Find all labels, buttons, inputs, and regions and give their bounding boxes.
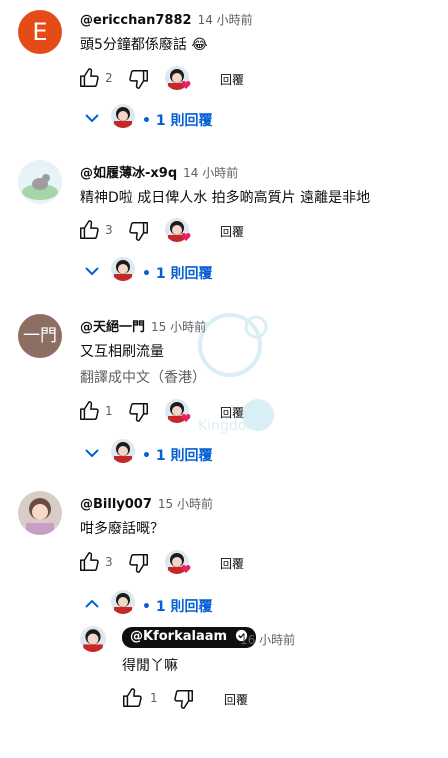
reply-thread: @Kforkalaam 16 小時前 得閒丫嘛 1 回覆 (0, 620, 448, 720)
dislike-icon[interactable] (128, 220, 150, 242)
dislike-icon[interactable] (128, 68, 150, 90)
like-count: 3 (105, 555, 113, 569)
comment-text: 又互相刷流量 (80, 344, 164, 360)
comment-author[interactable]: @如履薄冰-x9q (80, 166, 177, 181)
replies-toggle[interactable]: • 1 則回覆 (142, 263, 212, 283)
comment-author[interactable]: @Billy007 (80, 497, 152, 512)
comment-time[interactable]: 15 小時前 (158, 497, 213, 511)
reply-button[interactable]: 回覆 (220, 404, 244, 421)
comment-thread: @如履薄冰-x9q 14 小時前 精神D啦 成日俾人水 拍多啲高質片 遠離是非地 … (0, 150, 448, 290)
comment-text: 咁多廢話嘅？ (80, 521, 164, 537)
heart-icon (181, 414, 191, 422)
comment-text: 頭5分鐘都係廢話 😂 (80, 37, 208, 53)
avatar[interactable] (18, 491, 62, 535)
replies-count: 1 則回覆 (155, 599, 213, 615)
replies-toggle[interactable]: • 1 則回覆 (142, 445, 212, 465)
reply-avatar (111, 590, 135, 614)
avatar[interactable] (18, 160, 62, 204)
like-icon[interactable] (78, 219, 100, 241)
replies-count: 1 則回覆 (155, 113, 213, 129)
like-icon[interactable] (121, 687, 143, 709)
like-count: 2 (105, 71, 113, 85)
chevron-down-icon[interactable] (84, 445, 100, 461)
translate-link[interactable]: 翻譯成中文（香港） (80, 367, 206, 387)
like-icon[interactable] (78, 400, 100, 422)
dislike-icon[interactable] (128, 401, 150, 423)
reply-avatar (111, 257, 135, 281)
replies-count: 1 則回覆 (155, 448, 213, 464)
reply-button[interactable]: 回覆 (220, 555, 244, 572)
dislike-icon[interactable] (173, 688, 195, 710)
comment-time[interactable]: 15 小時前 (151, 320, 206, 334)
heart-icon (181, 233, 191, 241)
chevron-down-icon[interactable] (84, 110, 100, 126)
like-icon[interactable] (78, 551, 100, 573)
reply-avatar (111, 439, 135, 463)
like-count: 3 (105, 223, 113, 237)
heart-icon (181, 81, 191, 89)
like-count: 1 (105, 404, 113, 418)
chevron-down-icon[interactable] (84, 263, 100, 279)
like-count: 1 (150, 691, 158, 705)
reply-button[interactable]: 回覆 (220, 71, 244, 88)
replies-toggle[interactable]: • 1 則回覆 (142, 596, 212, 616)
comment-time[interactable]: 14 小時前 (198, 13, 253, 27)
comment-time[interactable]: 14 小時前 (183, 166, 238, 180)
chevron-up-icon[interactable] (84, 596, 100, 612)
replies-toggle[interactable]: • 1 則回覆 (142, 110, 212, 130)
avatar[interactable]: E (18, 10, 62, 54)
reply-time[interactable]: 16 小時前 (240, 631, 295, 648)
reply-button[interactable]: 回覆 (220, 223, 244, 240)
comment-author[interactable]: @ericchan7882 (80, 13, 192, 28)
dislike-icon[interactable] (128, 552, 150, 574)
comment-thread: E @ericchan7882 14 小時前 頭5分鐘都係廢話 😂 2 回覆 • … (0, 0, 448, 140)
reply-author: @Kforkalaam (130, 629, 228, 644)
comment-text: 精神D啦 成日俾人水 拍多啲高質片 遠離是非地 (80, 190, 371, 206)
heart-icon (181, 565, 191, 573)
avatar[interactable]: 一門 (18, 314, 62, 358)
reply-button[interactable]: 回覆 (224, 691, 248, 708)
comment-thread: @Billy007 15 小時前 咁多廢話嘅？ 3 回覆 • 1 則回覆 (0, 483, 448, 623)
replies-count: 1 則回覆 (155, 266, 213, 282)
comment-thread: 一門 @天絕一門 15 小時前 又互相刷流量 翻譯成中文（香港） 1 回覆 • 1… (0, 306, 448, 471)
avatar[interactable] (80, 626, 106, 652)
comment-author[interactable]: @天絕一門 (80, 320, 145, 335)
like-icon[interactable] (78, 67, 100, 89)
reply-text: 得閒丫嘛 (122, 658, 178, 674)
reply-avatar (111, 104, 135, 128)
creator-badge[interactable]: @Kforkalaam (122, 627, 256, 648)
